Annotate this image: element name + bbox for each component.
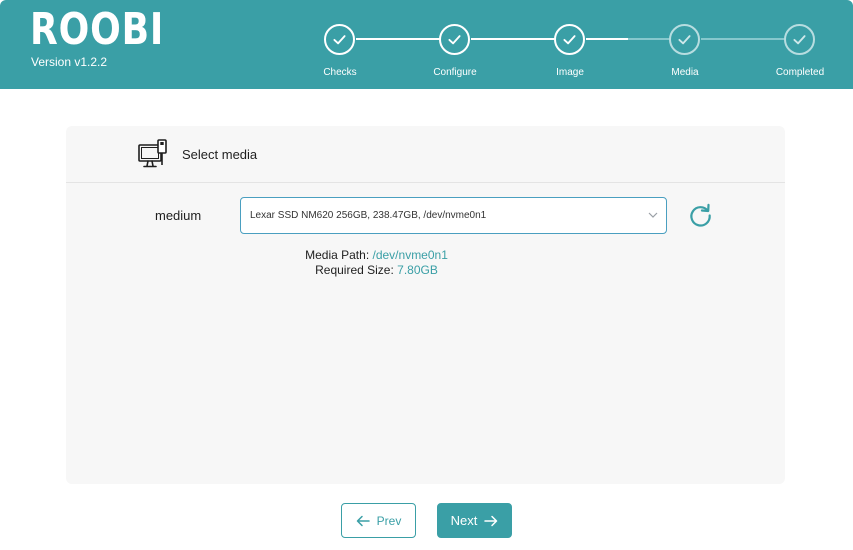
media-card: Select media medium Lexar SSD NM620 256G… (66, 126, 785, 484)
step-label-configure: Configure (433, 67, 477, 78)
media-select[interactable]: Lexar SSD NM620 256GB, 238.47GB, /dev/nv… (240, 197, 667, 234)
media-info: Media Path: /dev/nvme0n1 Required Size: … (66, 248, 687, 278)
media-path-value: /dev/nvme0n1 (372, 248, 448, 262)
prev-button-label: Prev (376, 513, 402, 528)
step-media-icon (669, 24, 700, 55)
media-select-value: Lexar SSD NM620 256GB, 238.47GB, /dev/nv… (250, 210, 487, 221)
prev-button[interactable]: Prev (341, 503, 416, 538)
step-connector (356, 38, 440, 40)
card-header: Select media (66, 126, 785, 183)
step-label-completed: Completed (775, 67, 825, 78)
next-button-label: Next (450, 513, 478, 528)
chevron-down-icon (648, 212, 658, 218)
computer-usb-icon (138, 139, 167, 168)
step-image-icon (554, 24, 585, 55)
step-connector (701, 38, 785, 40)
media-path-row: Media Path: /dev/nvme0n1 (66, 248, 687, 263)
step-label-checks: Checks (323, 67, 357, 78)
required-size-row: Required Size: 7.80GB (66, 263, 687, 278)
refresh-icon[interactable] (687, 202, 714, 229)
arrow-left-icon (356, 515, 370, 526)
step-configure-icon (439, 24, 470, 55)
step-label-image: Image (556, 67, 584, 78)
card-title: Select media (182, 147, 258, 162)
step-checks-icon (324, 24, 355, 55)
media-path-label: Media Path: (305, 248, 370, 262)
step-connector (471, 38, 555, 40)
step-label-media: Media (671, 67, 699, 78)
required-size-value: 7.80GB (397, 263, 438, 277)
step-connector (628, 38, 670, 40)
app-header: ROOBI Version v1.2.2 Checks Configure Im… (0, 0, 853, 89)
next-button[interactable]: Next (437, 503, 512, 538)
step-connector (586, 38, 628, 40)
step-completed-icon (784, 24, 815, 55)
medium-label: medium (155, 208, 202, 223)
progress-stepper: Checks Configure Image Media Completed (0, 0, 853, 89)
required-size-label: Required Size: (315, 263, 394, 277)
arrow-right-icon (484, 515, 498, 526)
